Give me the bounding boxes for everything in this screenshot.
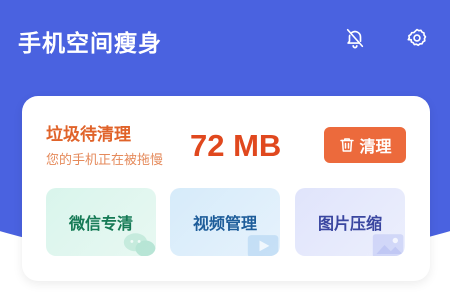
tool-label: 图片压缩 <box>317 214 382 233</box>
junk-title: 垃圾待清理 <box>46 125 131 145</box>
tool-label: 微信专清 <box>68 214 133 233</box>
trash-icon <box>340 138 355 152</box>
notifications-off-button[interactable] <box>341 24 369 52</box>
tool-wechat-clean[interactable]: 微信专清 <box>46 188 156 256</box>
junk-subtitle: 您的手机正在被拖慢 <box>46 153 164 168</box>
tool-label: 视频管理 <box>192 214 257 233</box>
settings-button[interactable] <box>403 24 431 52</box>
notifications-off-icon <box>346 28 364 49</box>
page-title: 手机空间瘦身 <box>18 31 162 57</box>
junk-size-value: 72 MB <box>190 128 282 163</box>
tool-video-manage[interactable]: 视频管理 <box>170 188 280 256</box>
gear-icon <box>407 28 427 47</box>
clean-button[interactable]: 清理 <box>324 127 406 163</box>
cleanup-card: 垃圾待清理 您的手机正在被拖慢 72 MB 清理 微信专清 视频管理 图片压缩 <box>22 96 430 281</box>
app-screen: 手机空间瘦身 垃圾待清理 您的手机正在被拖慢 72 MB 清理 微信专清 视频管… <box>0 0 450 300</box>
clean-button-label: 清理 <box>359 137 392 156</box>
tool-image-compress[interactable]: 图片压缩 <box>295 188 405 256</box>
